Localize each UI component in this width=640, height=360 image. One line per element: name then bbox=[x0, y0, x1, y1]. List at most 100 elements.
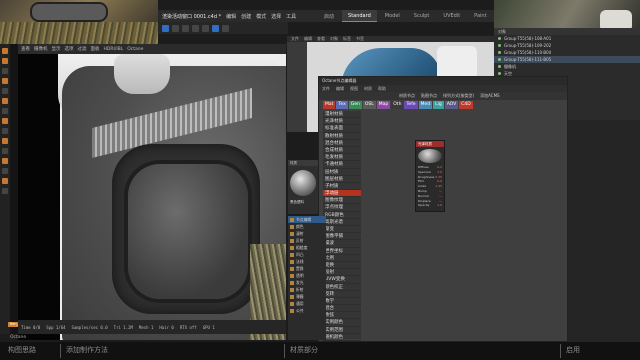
node-category-tab[interactable]: Mat bbox=[323, 101, 336, 109]
node-list-item[interactable]: 比例 bbox=[323, 255, 361, 262]
attribute-row[interactable]: 法线 bbox=[288, 258, 326, 265]
layout-mode-tab[interactable]: Sculpt bbox=[407, 10, 436, 22]
rotate-tool-icon[interactable] bbox=[182, 24, 189, 32]
node-list-item[interactable]: 变换 bbox=[323, 262, 361, 270]
solo-icon[interactable] bbox=[2, 138, 8, 144]
node-list-item[interactable]: 子材质 bbox=[323, 183, 361, 191]
viewport-menu-item[interactable]: HDRI/IBL bbox=[104, 47, 124, 52]
edges-mode-icon[interactable] bbox=[2, 68, 8, 74]
node-list-item[interactable]: 混合材质 bbox=[323, 140, 361, 147]
layout-mode-tab[interactable]: Model bbox=[378, 10, 406, 22]
menu-item[interactable]: 工具 bbox=[286, 13, 296, 20]
attribute-row[interactable]: 公共 bbox=[288, 307, 326, 314]
node-editor-menu-item[interactable]: 帮助 bbox=[378, 86, 386, 92]
node-list-item[interactable]: 浮动层 bbox=[323, 190, 361, 198]
attribute-row[interactable]: 反射 bbox=[288, 237, 326, 244]
render-icon[interactable] bbox=[212, 24, 219, 32]
node-list-item[interactable]: 渐变 bbox=[323, 226, 361, 234]
scene-tree-row[interactable]: 摄像机 bbox=[494, 63, 640, 70]
node-list-item[interactable]: 浮点纹理 bbox=[323, 204, 361, 212]
menu-item[interactable]: 编辑 bbox=[226, 13, 236, 20]
attribute-row[interactable]: 颜色 bbox=[288, 223, 326, 230]
object-visibility-icon[interactable] bbox=[498, 65, 501, 68]
node-category-tab[interactable]: Med bbox=[418, 101, 433, 109]
viewport-menu-item[interactable]: 摄像机 bbox=[34, 46, 48, 52]
node-category-tab[interactable]: AOV bbox=[444, 101, 459, 109]
axis-icon[interactable] bbox=[2, 98, 8, 104]
node-category-tab[interactable]: OSL bbox=[362, 101, 376, 109]
node-editor-tab[interactable]: 排列方式(按类型) bbox=[443, 93, 474, 99]
viewport-menu-item[interactable]: 选项 bbox=[65, 46, 74, 52]
attribute-row[interactable]: 漫射 bbox=[288, 230, 326, 237]
node-editor-menu-item[interactable]: 材质 bbox=[364, 86, 372, 92]
node-list-item[interactable]: 高斯光谱 bbox=[323, 219, 361, 226]
object-visibility-icon[interactable] bbox=[498, 58, 501, 61]
viewport-menu-item[interactable]: 过滤 bbox=[78, 46, 87, 52]
node-editor-menu-item[interactable]: 文件 bbox=[322, 86, 330, 92]
node-list-item[interactable]: UVW变换 bbox=[323, 276, 361, 284]
attribute-row[interactable]: 置换 bbox=[288, 265, 326, 272]
knife-icon[interactable] bbox=[2, 168, 8, 174]
redo-icon[interactable] bbox=[202, 24, 209, 32]
attribute-row[interactable]: 透明 bbox=[288, 272, 326, 279]
node-category-tab[interactable]: Tex bbox=[336, 101, 348, 109]
menu-item[interactable]: 选择 bbox=[271, 13, 281, 20]
node-editor-tab[interactable]: 材质节点 bbox=[399, 93, 415, 99]
material-node[interactable]: 光泽材质 Diffuse 0.2 Specular 1.0 Roughness 0.35 F… bbox=[415, 140, 445, 212]
octane-live-viewer[interactable]: 查看 摄像机 显示 选项 过滤 面板 HDRI/IBL Octane bbox=[18, 44, 286, 340]
scale-tool-icon[interactable] bbox=[172, 24, 179, 32]
points-mode-icon[interactable] bbox=[2, 58, 8, 64]
object-visibility-icon[interactable] bbox=[498, 72, 501, 75]
layout-mode-tab[interactable]: Standard bbox=[342, 10, 377, 22]
render-settings-icon[interactable] bbox=[222, 24, 229, 32]
node-list-item[interactable]: 颜色校正 bbox=[323, 284, 361, 291]
node-list-item[interactable]: 层材质 bbox=[323, 169, 361, 176]
scene-tree-row[interactable]: Group-T55(58)-108-A01 bbox=[494, 35, 640, 42]
node-editor-menu-item[interactable]: 编辑 bbox=[336, 86, 344, 92]
uv-mode-icon[interactable] bbox=[2, 88, 8, 94]
layout-mode-tab[interactable]: Paint bbox=[468, 10, 493, 22]
viewport-menu-item[interactable]: Octane bbox=[127, 47, 143, 52]
node-list-item[interactable]: 标准表面 bbox=[323, 125, 361, 133]
attribute-row[interactable]: 薄膜 bbox=[288, 293, 326, 300]
object-visibility-icon[interactable] bbox=[498, 37, 501, 40]
node-list-item[interactable]: 混合 bbox=[323, 305, 361, 313]
object-visibility-icon[interactable] bbox=[498, 51, 501, 54]
menu-item[interactable]: 创建 bbox=[241, 13, 251, 20]
attribute-row[interactable]: 发光 bbox=[288, 279, 326, 286]
node-category-tab[interactable]: Oth bbox=[391, 101, 404, 109]
scene-tree-row[interactable]: Group-T55(58)-111-B05 bbox=[494, 56, 640, 63]
object-visibility-icon[interactable] bbox=[498, 44, 501, 47]
polygons-mode-icon[interactable] bbox=[2, 78, 8, 84]
node-list-item[interactable]: 卡通材质 bbox=[323, 161, 361, 169]
move-tool-icon[interactable] bbox=[162, 24, 169, 32]
node-list-item[interactable]: 投射 bbox=[323, 269, 361, 277]
brush-icon[interactable] bbox=[2, 158, 8, 164]
node-list-item[interactable]: 图像纹理 bbox=[323, 197, 361, 205]
node-list-item[interactable]: 光泽材质 bbox=[323, 118, 361, 126]
model-mode-icon[interactable] bbox=[2, 48, 8, 54]
viewport-menu-item[interactable]: 显示 bbox=[52, 46, 61, 52]
node-list-item[interactable]: 毛发材质 bbox=[323, 154, 361, 162]
scene-tree-row[interactable]: Group-T55(58)-110-B04 bbox=[494, 49, 640, 56]
attribute-row[interactable]: 通用 bbox=[288, 300, 326, 307]
scene-tree-row[interactable]: Group-T55(58)-109-202 bbox=[494, 42, 640, 49]
grid-icon[interactable] bbox=[2, 148, 8, 154]
node-editor-menu-item[interactable]: 视图 bbox=[350, 86, 358, 92]
attribute-row[interactable]: 折射 bbox=[288, 286, 326, 293]
node-list-item[interactable]: 图像平铺 bbox=[323, 233, 361, 241]
node-property-row[interactable]: Opacity 1.0 bbox=[416, 203, 444, 208]
node-category-tab[interactable]: Tefe bbox=[404, 101, 418, 109]
node-list-item[interactable]: 实例颜色 bbox=[323, 319, 361, 327]
layout-mode-tab[interactable]: 启动 bbox=[318, 10, 341, 22]
undo-icon[interactable] bbox=[192, 24, 199, 32]
node-list-item[interactable]: RGB颜色 bbox=[323, 212, 361, 219]
node-category-tab[interactable]: Gen bbox=[348, 101, 362, 109]
node-list-item[interactable]: 噪波 bbox=[323, 240, 361, 248]
node-list-item[interactable]: 余弦 bbox=[323, 312, 361, 320]
bevel-icon[interactable] bbox=[2, 188, 8, 194]
viewport-menu-item[interactable]: 面板 bbox=[91, 46, 100, 52]
attribute-row[interactable]: 凹凸 bbox=[288, 251, 326, 258]
menu-item[interactable]: 模式 bbox=[256, 13, 266, 20]
node-list-item[interactable]: 图层材质 bbox=[323, 176, 361, 183]
